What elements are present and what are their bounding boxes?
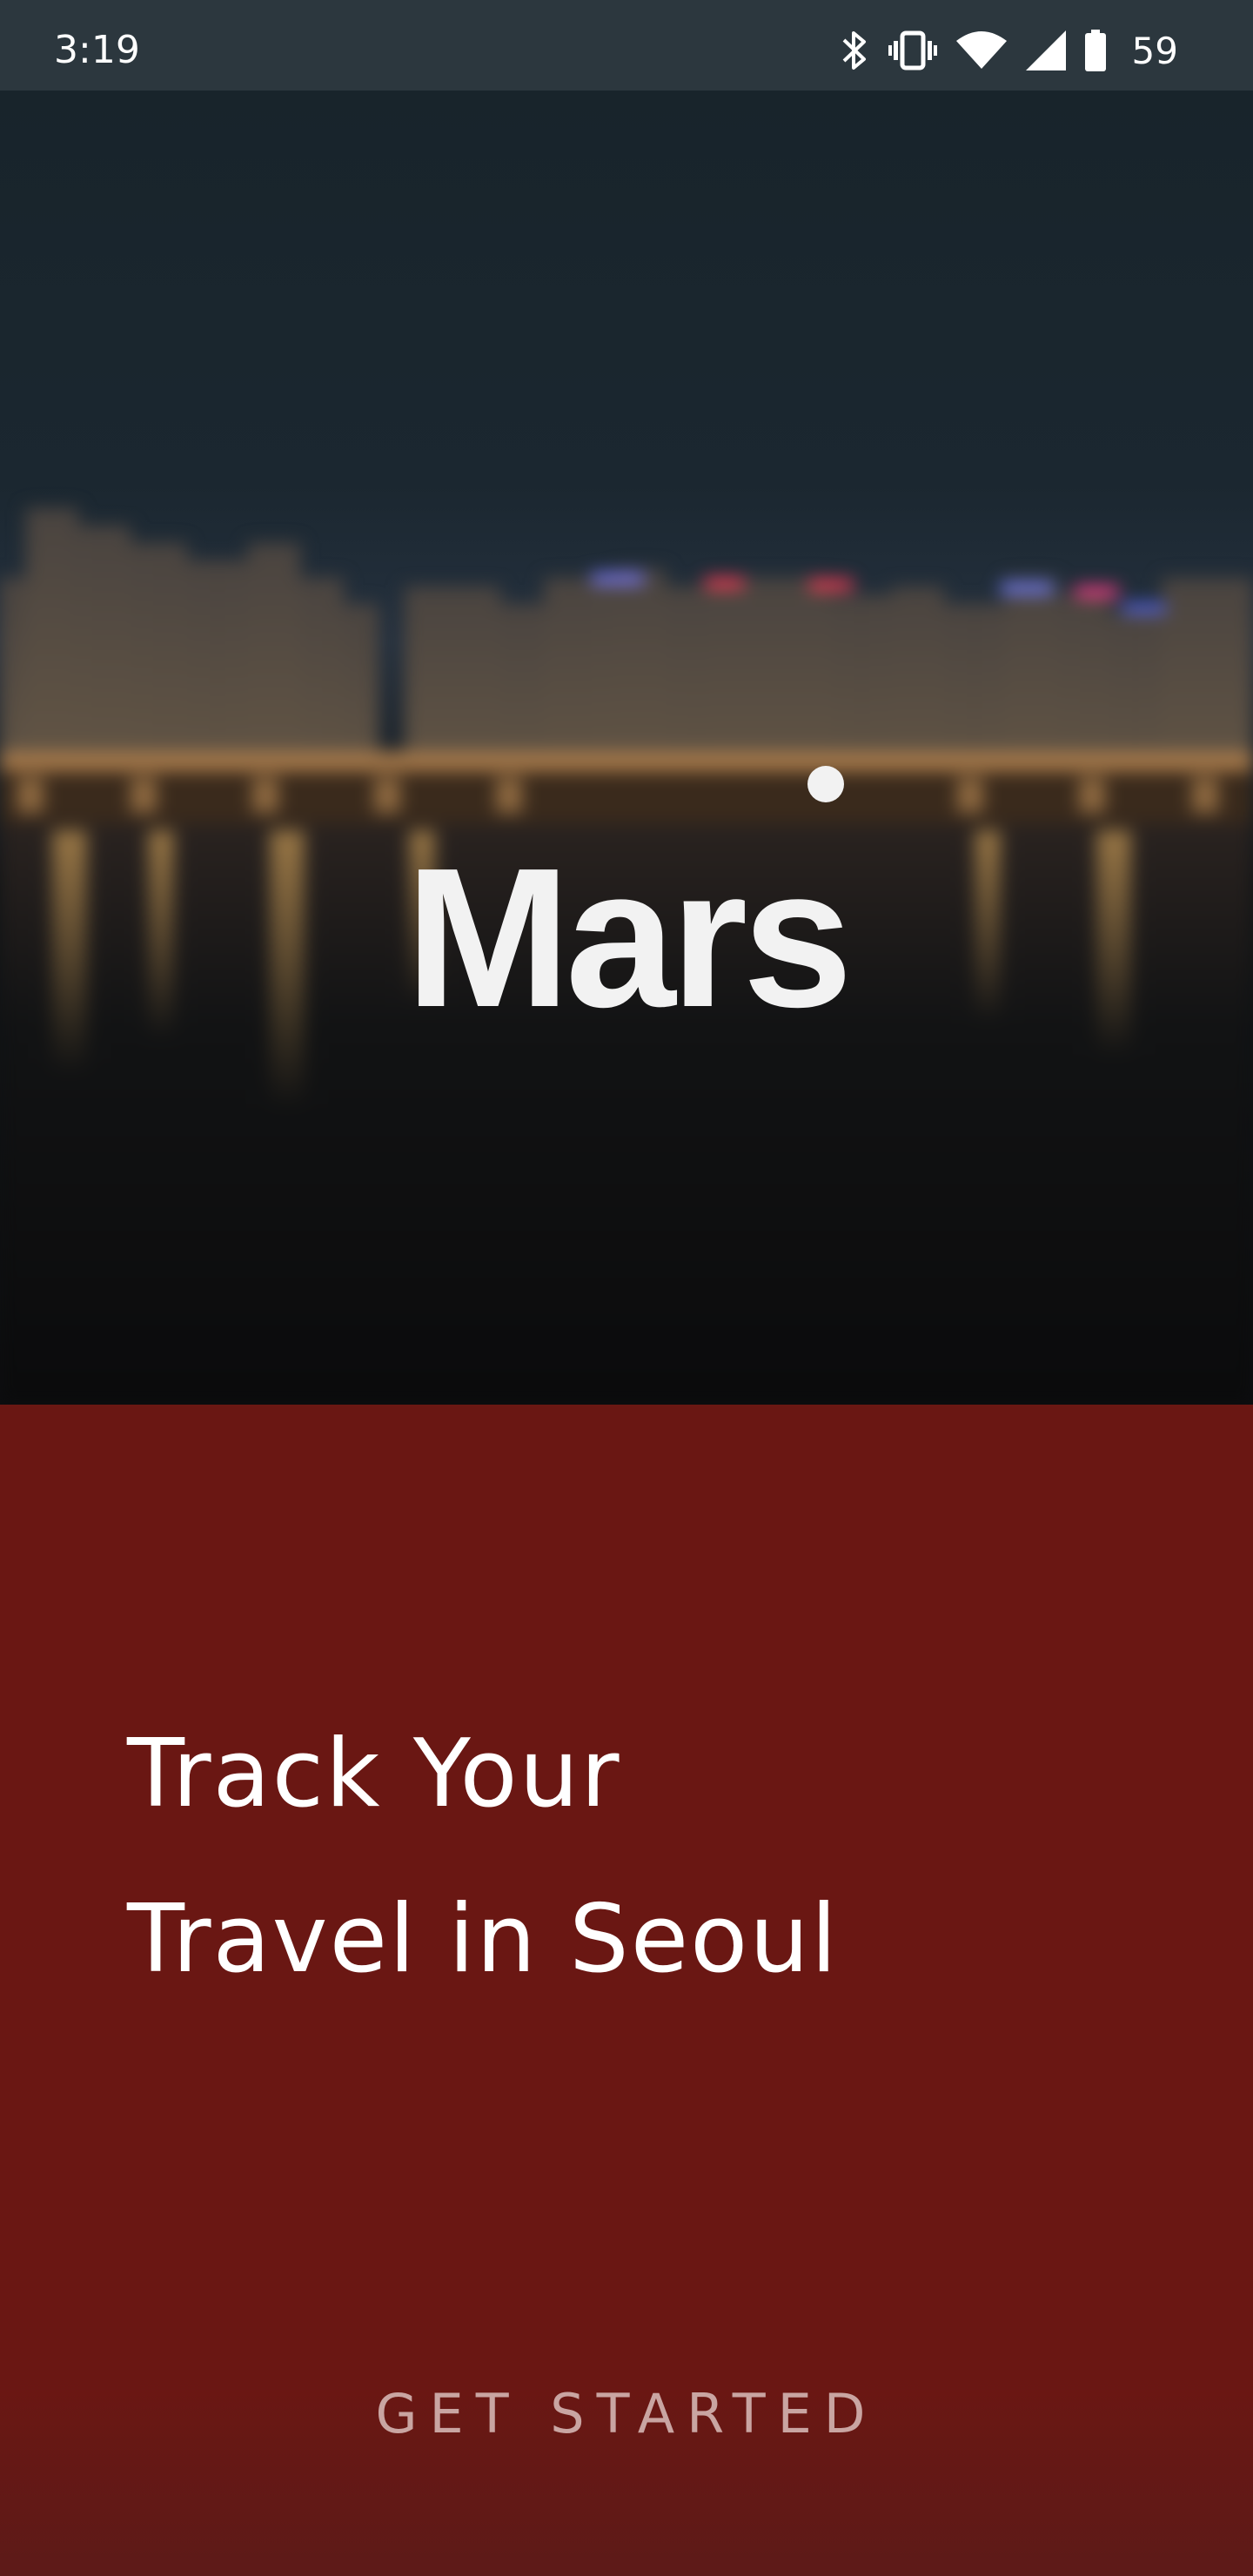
logo-dot	[807, 766, 844, 802]
hero-image: Mars	[0, 91, 1253, 1405]
onboarding-panel: Track Your Travel in Seoul GET STARTED	[0, 1405, 1253, 2576]
vibrate-icon	[888, 29, 937, 72]
get-started-button[interactable]: GET STARTED	[0, 2381, 1253, 2446]
status-bar: 3:19 59	[0, 0, 1253, 91]
wifi-icon	[955, 29, 1007, 72]
battery-icon	[1084, 30, 1106, 71]
city-skyline-illustration	[0, 508, 1253, 1405]
bluetooth-icon	[840, 29, 869, 72]
app-screen: 3:19 59 Mars Track Your Travel in Seoul …	[0, 0, 1253, 2576]
app-logo: Mars	[405, 828, 853, 1049]
tagline: Track Your Travel in Seoul	[127, 1692, 839, 2023]
tagline-line-2: Travel in Seoul	[127, 1885, 839, 1994]
battery-level: 59	[1131, 29, 1178, 72]
cell-signal-icon	[1025, 30, 1066, 70]
tagline-line-1: Track Your	[127, 1720, 621, 1828]
status-time: 3:19	[54, 28, 140, 72]
status-icons: 59	[840, 23, 1178, 78]
